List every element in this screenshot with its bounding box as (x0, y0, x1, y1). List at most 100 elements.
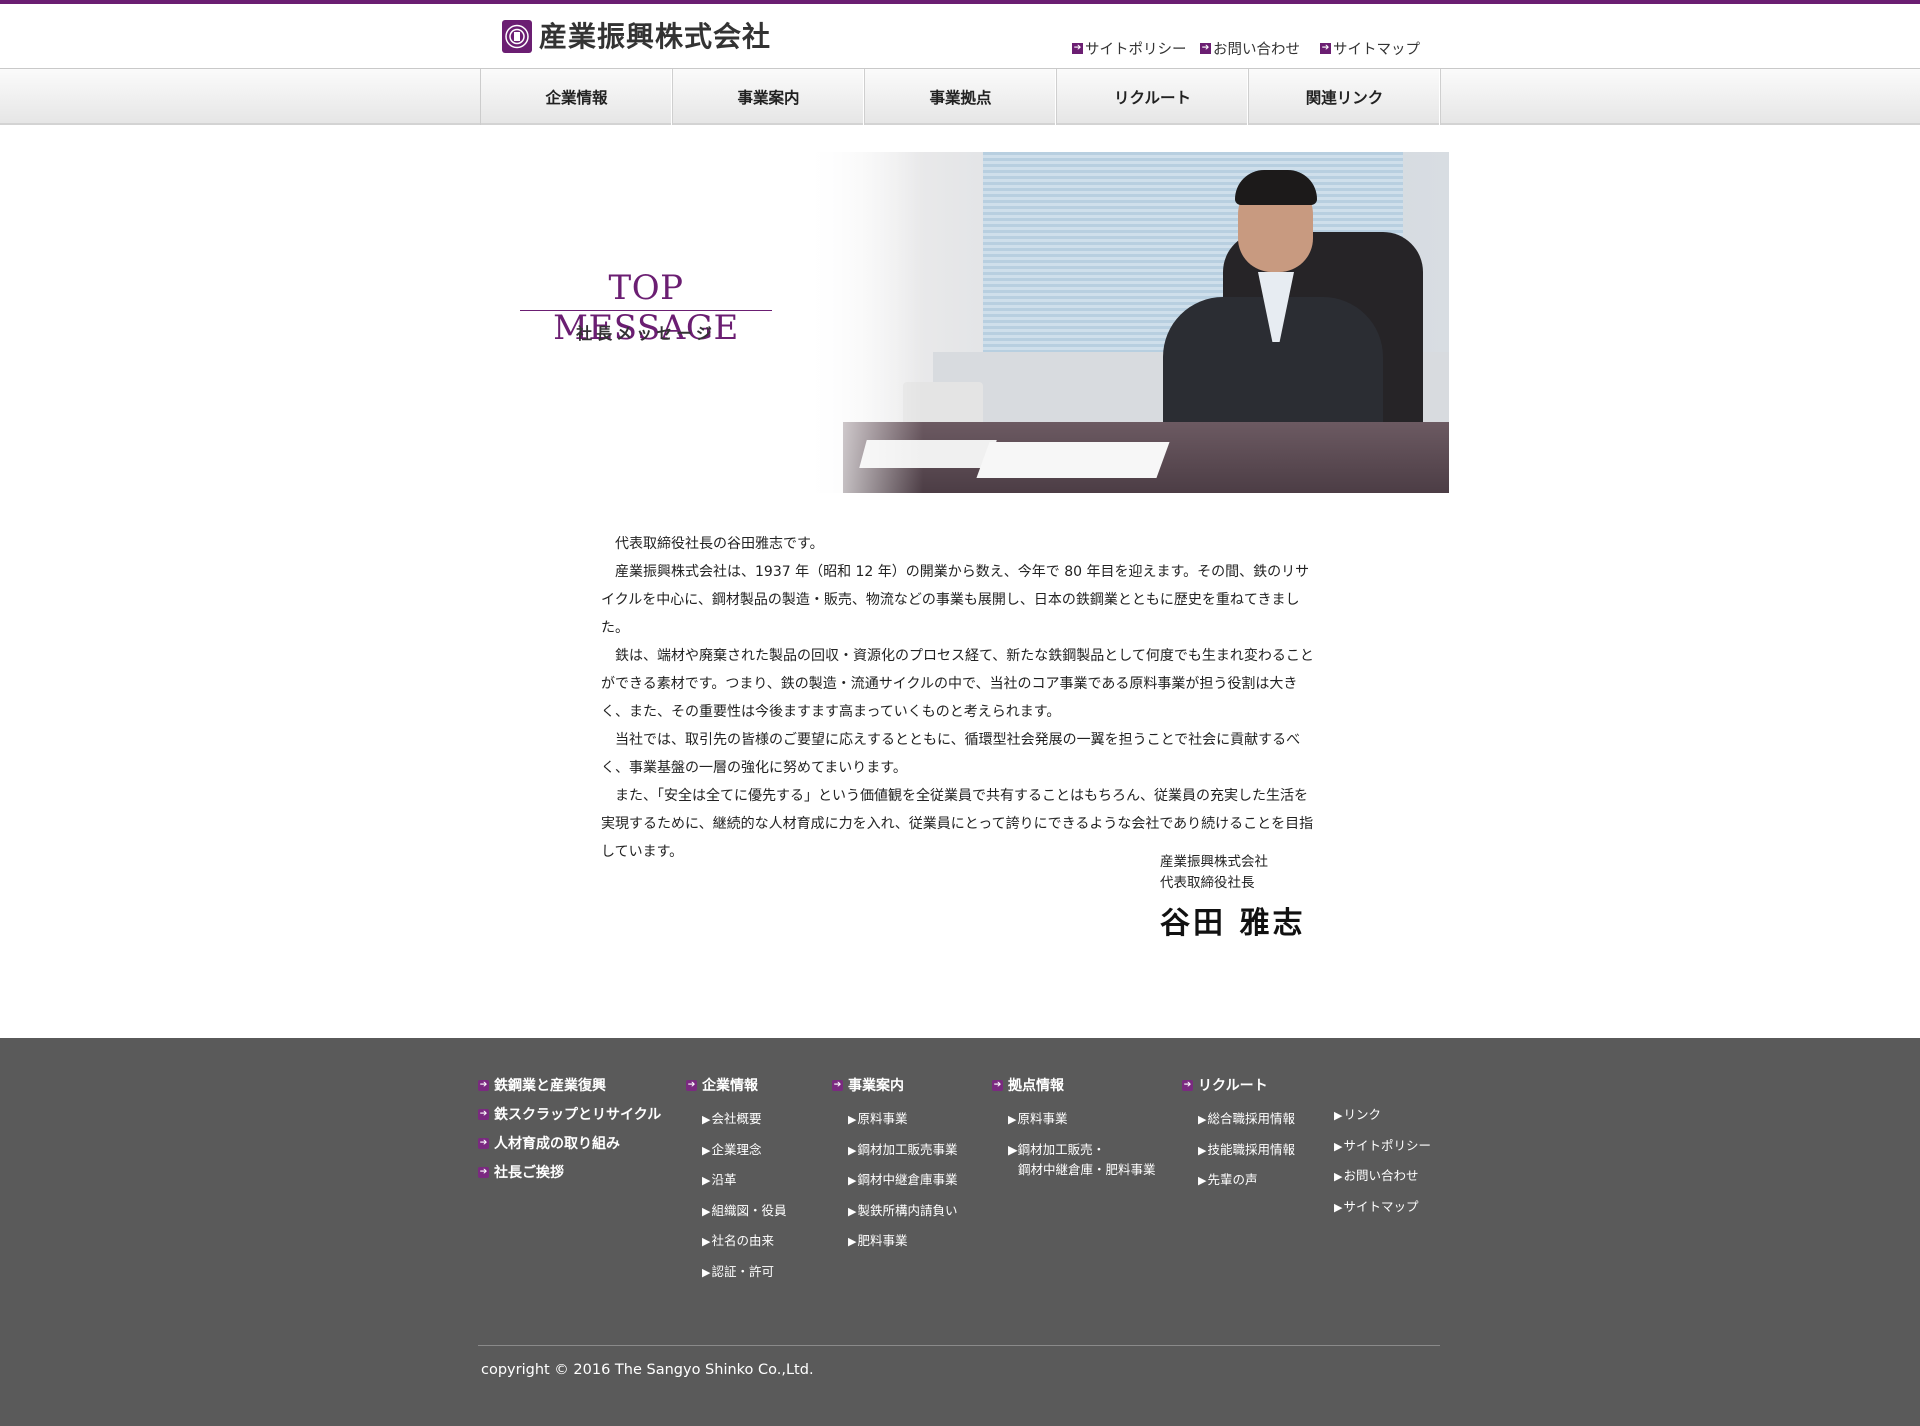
footer-link-label: リンク (1343, 1107, 1381, 1122)
site-logo[interactable]: 産業振興株式会社 (502, 20, 771, 53)
footer-head-label: 拠点情報 (1008, 1078, 1064, 1094)
triangle-right-icon: ▶ (702, 1113, 711, 1126)
util-link-contact[interactable]: ➔ お問い合わせ (1200, 38, 1300, 59)
sign-company: 産業振興株式会社 (1160, 854, 1268, 870)
footer-head-recruit[interactable]: ➔ リクルート (1182, 1075, 1295, 1095)
footer-col-misc: ▶リンク ▶サイトポリシー ▶お問い合わせ ▶サイトマップ (1334, 1100, 1431, 1222)
footer-divider (478, 1345, 1440, 1346)
triangle-right-icon: ▶ (1198, 1174, 1207, 1187)
footer-link[interactable]: ▶原料事業 (992, 1104, 1156, 1135)
footer-col-locations: ➔ 拠点情報 ▶原料事業 ▶鋼材加工販売・ 鋼材中継倉庫・肥料事業 (992, 1075, 1156, 1184)
footer-link-label: サイトポリシー (1343, 1137, 1431, 1153)
footer-link-label: 組織図・役員 (711, 1202, 787, 1218)
triangle-right-icon: ▶ (1198, 1113, 1207, 1126)
footer-link[interactable]: ▶認証・許可 (686, 1257, 786, 1288)
footer-link[interactable]: ▶鋼材加工販売・ 鋼材中継倉庫・肥料事業 (992, 1135, 1156, 1184)
footer-link-label: 人材育成の取り組み (494, 1136, 620, 1152)
triangle-right-icon: ▶ (1334, 1200, 1343, 1214)
president-message: 代表取締役社長の谷田雅志です。 産業振興株式会社は、1937 年（昭和 12 年… (601, 530, 1321, 866)
footer-head-company[interactable]: ➔ 企業情報 (686, 1075, 786, 1095)
footer-link-steel-industry[interactable]: ➔ 鉄鋼業と産業復興 (478, 1075, 661, 1095)
triangle-right-icon: ▶ (702, 1143, 711, 1157)
footer-col-topics: ➔ 鉄鋼業と産業復興 ➔ 鉄スクラップとリサイクル ➔ 人材育成の取り組み ➔ 社長ご挨… (478, 1075, 661, 1191)
footer-link-label: 製鉄所構内請負い (857, 1202, 958, 1218)
photo-person-hair (1235, 170, 1317, 205)
message-paragraph: 産業振興株式会社は、1937 年（昭和 12 年）の開業から数え、今年で 80 … (601, 564, 1310, 636)
footer-head-label: 企業情報 (702, 1078, 758, 1094)
footer-link-hr-development[interactable]: ➔ 人材育成の取り組み (478, 1133, 661, 1153)
arrow-square-icon: ➔ (1182, 1079, 1193, 1091)
footer-link-label: サイトマップ (1343, 1198, 1419, 1214)
footer-link[interactable]: ▶鋼材中継倉庫事業 (832, 1165, 957, 1196)
message-paragraph: 当社では、取引先の皆様のご要望に応えするとともに、循環型社会発展の一翼を担うこと… (601, 732, 1301, 776)
nav-item-related-links[interactable]: 関連リンク (1249, 69, 1441, 125)
util-link-site-policy[interactable]: ➔ サイトポリシー (1072, 38, 1187, 59)
president-signature: 谷田 雅志 (1160, 906, 1306, 941)
util-link-sitemap[interactable]: ➔ サイトマップ (1320, 38, 1420, 59)
arrow-square-icon: ➔ (992, 1079, 1003, 1091)
arrow-square-icon: ➔ (832, 1079, 843, 1091)
message-paragraph: 代表取締役社長の谷田雅志です。 (615, 536, 824, 552)
footer-link[interactable]: ▶先輩の声 (1182, 1165, 1295, 1196)
triangle-right-icon: ▶ (1008, 1113, 1017, 1126)
nav-item-company-info[interactable]: 企業情報 (481, 69, 673, 125)
footer-link-president-greeting[interactable]: ➔ 社長ご挨拶 (478, 1162, 661, 1182)
footer-link[interactable]: ▶総合職採用情報 (1182, 1104, 1295, 1135)
nav-item-business[interactable]: 事業案内 (673, 69, 865, 125)
nav-item-recruit[interactable]: リクルート (1057, 69, 1249, 125)
triangle-right-icon: ▶ (702, 1174, 711, 1187)
util-link-label: サイトポリシー (1085, 42, 1187, 58)
footer-head-locations[interactable]: ➔ 拠点情報 (992, 1075, 1156, 1095)
arrow-square-icon: ➔ (1320, 43, 1331, 54)
footer-link[interactable]: ▶企業理念 (686, 1135, 786, 1166)
footer-link-scrap-recycle[interactable]: ➔ 鉄スクラップとリサイクル (478, 1104, 661, 1124)
util-link-label: サイトマップ (1333, 42, 1420, 58)
footer-link[interactable]: ▶社名の由来 (686, 1226, 786, 1257)
footer-link[interactable]: ▶組織図・役員 (686, 1196, 786, 1227)
footer-link[interactable]: ▶リンク (1334, 1100, 1431, 1131)
footer-link-label: 原料事業 (857, 1111, 908, 1126)
footer-link[interactable]: ▶原料事業 (832, 1104, 957, 1135)
footer-link-label: 社名の由来 (711, 1233, 774, 1248)
footer-link[interactable]: ▶肥料事業 (832, 1226, 957, 1257)
triangle-right-icon: ▶ (848, 1174, 857, 1187)
sign-title: 代表取締役社長 (1160, 875, 1255, 891)
footer-link-label: 社長ご挨拶 (494, 1165, 564, 1181)
site-header: 産業振興株式会社 ➔ サイトポリシー ➔ お問い合わせ ➔ サイトマップ (0, 4, 1920, 68)
footer-link-label: 肥料事業 (857, 1233, 908, 1248)
footer-link[interactable]: ▶技能職採用情報 (1182, 1135, 1295, 1166)
photo-paper (976, 442, 1170, 478)
footer-link[interactable]: ▶製鉄所構内請負い (832, 1196, 957, 1227)
triangle-right-icon: ▶ (848, 1235, 857, 1248)
arrow-square-icon: ➔ (478, 1079, 489, 1091)
arrow-square-icon: ➔ (478, 1137, 489, 1149)
triangle-right-icon: ▶ (702, 1265, 711, 1279)
global-nav: 企業情報 事業案内 事業拠点 リクルート 関連リンク (480, 69, 1441, 125)
footer-col-recruit: ➔ リクルート ▶総合職採用情報 ▶技能職採用情報 ▶先輩の声 (1182, 1075, 1295, 1196)
triangle-right-icon: ▶ (848, 1204, 857, 1218)
footer-link[interactable]: ▶お問い合わせ (1334, 1161, 1431, 1192)
triangle-right-icon: ▶ (1334, 1170, 1343, 1183)
footer-link[interactable]: ▶会社概要 (686, 1104, 786, 1135)
president-photo (803, 152, 1449, 493)
arrow-square-icon: ➔ (1200, 43, 1211, 54)
footer-col-business: ➔ 事業案内 ▶原料事業 ▶鋼材加工販売事業 ▶鋼材中継倉庫事業 ▶製鉄所構内請負… (832, 1075, 957, 1257)
site-footer: ➔ 鉄鋼業と産業復興 ➔ 鉄スクラップとリサイクル ➔ 人材育成の取り組み ➔ 社長ご挨… (0, 1038, 1920, 1426)
footer-link[interactable]: ▶サイトマップ (1334, 1192, 1431, 1223)
footer-link-label: 鉄鋼業と産業復興 (494, 1078, 606, 1094)
footer-link[interactable]: ▶サイトポリシー (1334, 1131, 1431, 1162)
arrow-square-icon: ➔ (478, 1108, 489, 1120)
triangle-right-icon: ▶ (1334, 1109, 1343, 1122)
footer-link-label: 認証・許可 (711, 1263, 774, 1279)
signature-block: 産業振興株式会社 代表取締役社長 (1160, 852, 1268, 894)
footer-link[interactable]: ▶沿革 (686, 1165, 786, 1196)
footer-head-business[interactable]: ➔ 事業案内 (832, 1075, 957, 1095)
footer-head-label: リクルート (1198, 1078, 1268, 1094)
footer-link-label: お問い合わせ (1343, 1168, 1419, 1183)
nav-item-locations[interactable]: 事業拠点 (865, 69, 1057, 125)
footer-link[interactable]: ▶鋼材加工販売事業 (832, 1135, 957, 1166)
arrow-square-icon: ➔ (478, 1166, 489, 1178)
title-underline (520, 310, 772, 311)
triangle-right-icon: ▶ (848, 1143, 857, 1157)
triangle-right-icon: ▶ (848, 1113, 857, 1126)
